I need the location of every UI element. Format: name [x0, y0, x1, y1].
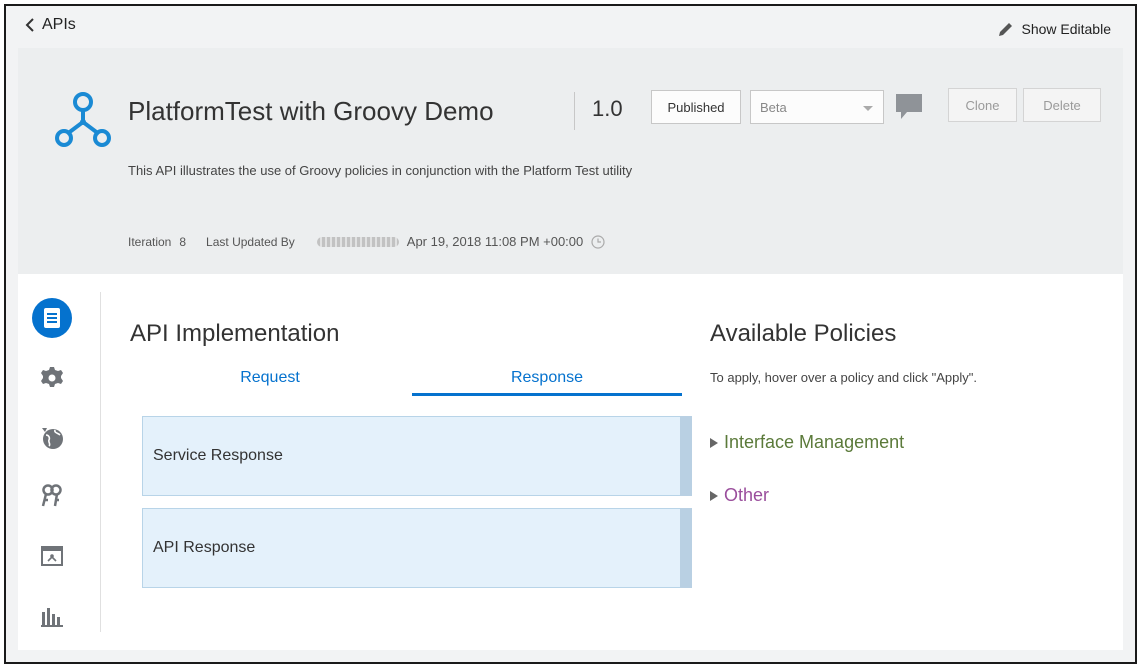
policy-group-interface-management[interactable]: Interface Management	[710, 432, 904, 453]
flow-connector	[680, 508, 692, 588]
globe-icon[interactable]	[40, 426, 64, 450]
api-meta: Iteration 8 Last Updated By Apr 19, 2018…	[128, 234, 605, 249]
flow-label: API Response	[153, 539, 256, 556]
policies-title: Available Policies	[710, 320, 897, 347]
clone-button[interactable]: Clone	[948, 88, 1017, 122]
nav-implementation[interactable]	[32, 298, 72, 338]
flow-service-response[interactable]: Service Response	[142, 416, 692, 496]
analytics-icon[interactable]	[40, 604, 64, 628]
policy-group-label: Interface Management	[724, 432, 905, 452]
title-divider	[574, 92, 575, 130]
back-label: APIs	[42, 16, 76, 33]
deployment-icon[interactable]	[40, 544, 64, 568]
keys-icon[interactable]	[40, 484, 64, 508]
flow-label: Service Response	[153, 447, 283, 464]
stage-select[interactable]: Beta	[750, 90, 884, 124]
comment-icon[interactable]	[895, 92, 923, 122]
gear-icon[interactable]	[40, 366, 64, 390]
iteration-value: 8	[179, 234, 187, 249]
policy-group-other[interactable]: Other	[710, 485, 769, 506]
pencil-icon	[999, 23, 1013, 36]
top-bar: APIs Show Editable	[6, 6, 1135, 52]
show-editable-link[interactable]: Show Editable	[997, 20, 1111, 38]
redacted-username	[316, 236, 399, 247]
main-panel: API Implementation Request Response Serv…	[18, 274, 1123, 650]
api-version: 1.0	[592, 96, 623, 121]
iteration-label: Iteration	[128, 234, 172, 249]
implementation-title: API Implementation	[130, 320, 340, 347]
clock-icon[interactable]	[591, 234, 605, 249]
api-header: PlatformTest with Groovy Demo 1.0 Publis…	[18, 48, 1123, 278]
show-editable-label: Show Editable	[1021, 21, 1111, 37]
side-nav-divider	[100, 292, 101, 632]
policies-hint: To apply, hover over a policy and click …	[710, 370, 977, 385]
tab-response[interactable]: Response	[412, 364, 682, 396]
caret-down-icon	[863, 106, 873, 111]
policy-group-label: Other	[724, 485, 770, 505]
api-title: PlatformTest with Groovy Demo	[128, 96, 494, 126]
api-logo-icon	[55, 92, 111, 147]
window-frame: APIs Show Editable PlatformTest with Gro…	[4, 4, 1137, 664]
updated-by-label: Last Updated By	[206, 234, 295, 249]
implementation-icon	[44, 308, 60, 328]
published-button[interactable]: Published	[651, 90, 741, 124]
stage-select-value: Beta	[760, 99, 787, 115]
flow-connector	[680, 416, 692, 496]
api-description: This API illustrates the use of Groovy p…	[128, 163, 633, 178]
tab-request[interactable]: Request	[128, 364, 412, 396]
updated-date: Apr 19, 2018 11:08 PM +00:00	[406, 234, 584, 249]
expand-triangle-icon	[710, 490, 718, 501]
side-nav	[18, 274, 110, 650]
back-to-apis-link[interactable]: APIs	[24, 16, 76, 34]
flow-api-response[interactable]: API Response	[142, 508, 692, 588]
chevron-left-icon	[25, 18, 34, 32]
delete-button[interactable]: Delete	[1023, 88, 1101, 122]
expand-triangle-icon	[710, 437, 718, 448]
